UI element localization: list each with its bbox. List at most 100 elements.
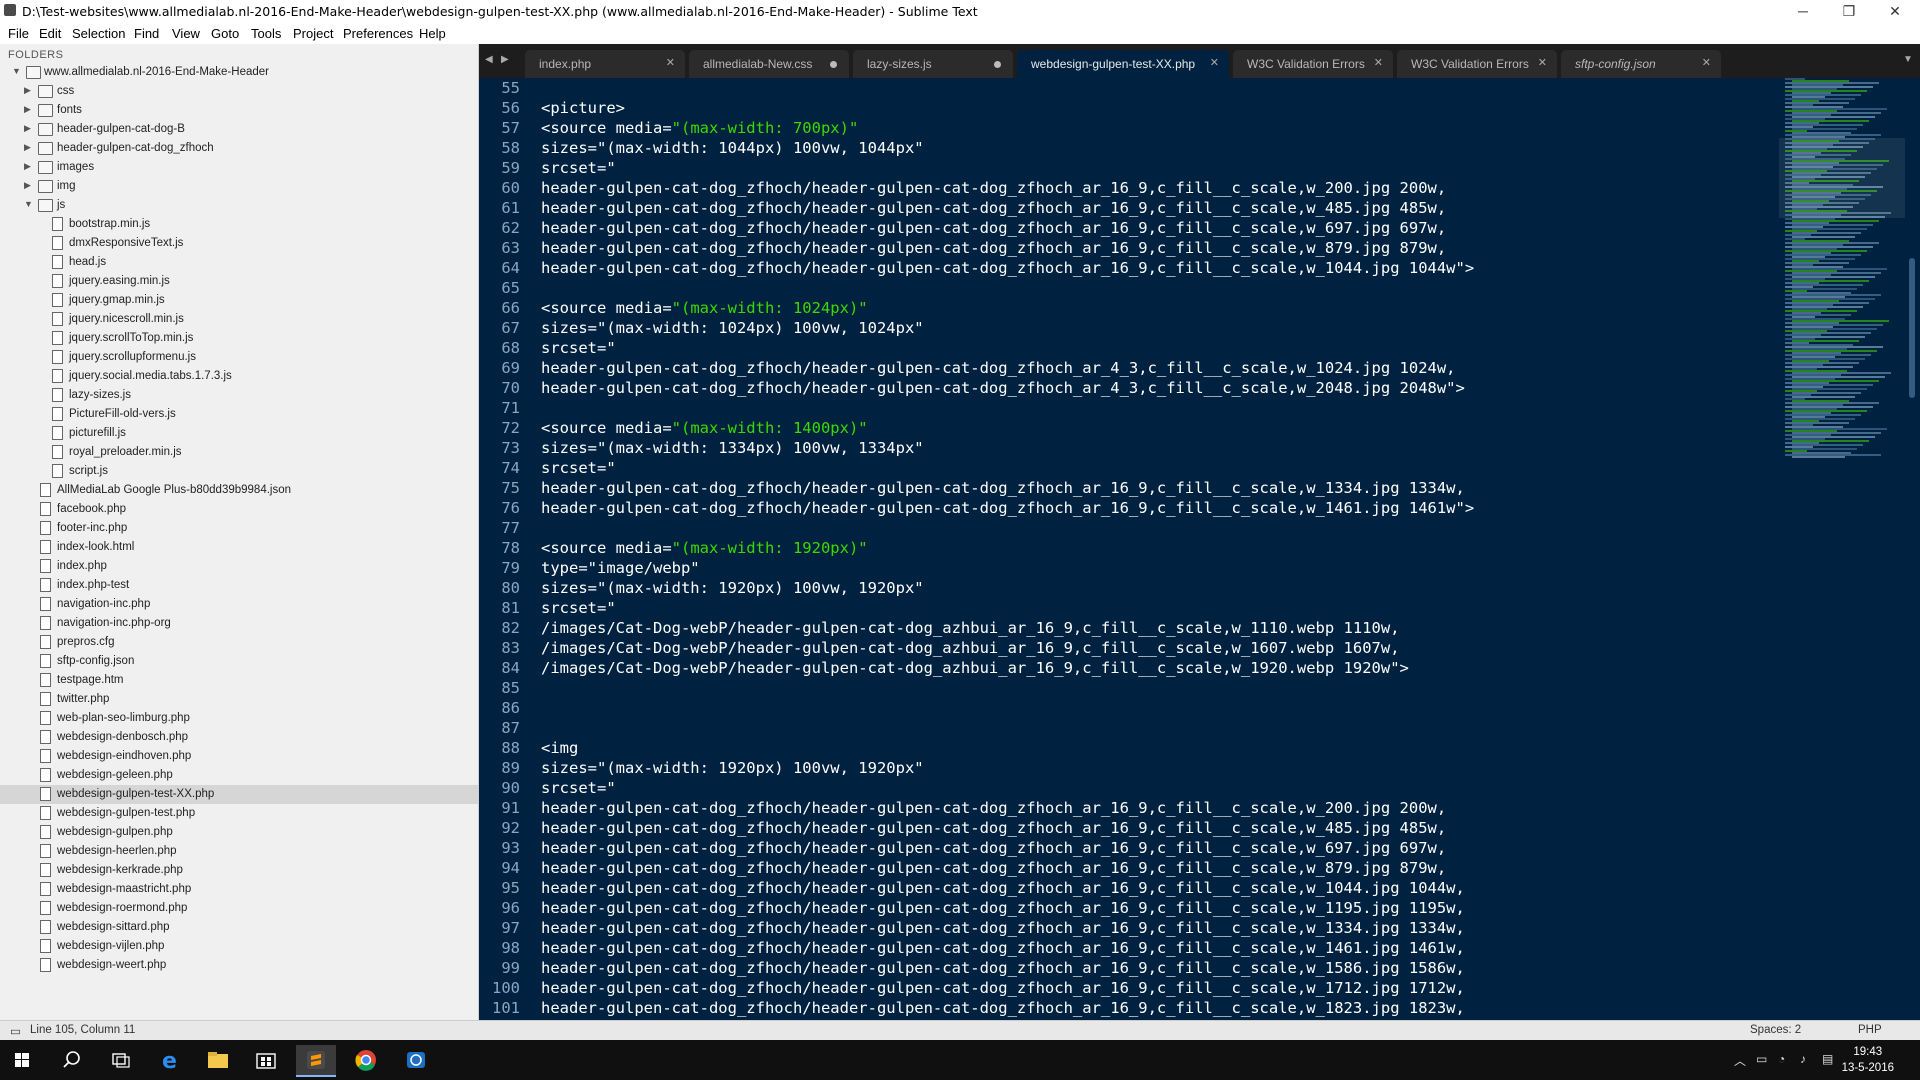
menu-find[interactable]: Find bbox=[134, 26, 159, 41]
menu-edit[interactable]: Edit bbox=[39, 26, 61, 41]
editor-tab[interactable]: W3C Validation Errors ✕ bbox=[1233, 50, 1393, 78]
sidebar-file-item[interactable]: prepros.cfg bbox=[0, 633, 478, 652]
sidebar-folder-item[interactable]: ▶ images bbox=[0, 158, 478, 177]
chevron-down-icon[interactable]: ▼ bbox=[12, 66, 21, 76]
sidebar-file-item[interactable]: webdesign-eindhoven.php bbox=[0, 747, 478, 766]
sidebar-file-item[interactable]: footer-inc.php bbox=[0, 519, 478, 538]
menu-tools[interactable]: Tools bbox=[251, 26, 281, 41]
sidebar-file-item[interactable]: script.js bbox=[0, 462, 478, 481]
sidebar-file-item[interactable]: webdesign-gulpen-test.php bbox=[0, 804, 478, 823]
minimap-viewport[interactable] bbox=[1779, 138, 1905, 218]
sidebar-file-item[interactable]: webdesign-geleen.php bbox=[0, 766, 478, 785]
close-tab-icon[interactable]: ✕ bbox=[1374, 56, 1383, 69]
sidebar-file-item[interactable]: twitter.php bbox=[0, 690, 478, 709]
close-tab-icon[interactable]: ✕ bbox=[666, 56, 675, 69]
sidebar-file-item[interactable]: testpage.htm bbox=[0, 671, 478, 690]
menu-view[interactable]: View bbox=[172, 26, 200, 41]
code-editor[interactable]: 55 56 <picture> 57 <source media="(max-width… bbox=[479, 78, 1779, 1020]
menu-project[interactable]: Project bbox=[293, 26, 333, 41]
minimap[interactable] bbox=[1779, 78, 1905, 1020]
sidebar-file-item[interactable]: jquery.social.media.tabs.1.7.3.js bbox=[0, 367, 478, 386]
menu-preferences[interactable]: Preferences bbox=[343, 26, 413, 41]
sidebar-folder-item[interactable]: ▶ css bbox=[0, 82, 478, 101]
volume-icon[interactable]: ♪ bbox=[1800, 1052, 1806, 1066]
sidebar-file-item[interactable]: head.js bbox=[0, 253, 478, 272]
file-explorer-icon[interactable] bbox=[198, 1045, 238, 1075]
sidebar-file-item[interactable]: jquery.easing.min.js bbox=[0, 272, 478, 291]
search-icon[interactable] bbox=[52, 1045, 92, 1075]
sidebar-file-item[interactable]: royal_preloader.min.js bbox=[0, 443, 478, 462]
windows-start-icon[interactable] bbox=[2, 1045, 42, 1075]
edge-icon[interactable]: e bbox=[150, 1045, 190, 1075]
sidebar-file-item[interactable]: webdesign-gulpen-test-XX.php bbox=[0, 785, 478, 804]
sidebar-file-item[interactable]: jquery.nicescroll.min.js bbox=[0, 310, 478, 329]
sidebar-file-item[interactable]: webdesign-roermond.php bbox=[0, 899, 478, 918]
sidebar-file-item[interactable]: jquery.scrollupformenu.js bbox=[0, 348, 478, 367]
sidebar-folder-item[interactable]: ▶ header-gulpen-cat-dog_zfhoch bbox=[0, 139, 478, 158]
unsaved-dot-icon[interactable] bbox=[994, 61, 1001, 68]
sidebar-file-item[interactable]: dmxResponsiveText.js bbox=[0, 234, 478, 253]
minimize-button[interactable]: ─ bbox=[1780, 0, 1826, 22]
editor-tab[interactable]: W3C Validation Errors ✕ bbox=[1397, 50, 1557, 78]
editor-tab[interactable]: sftp-config.json ✕ bbox=[1561, 50, 1721, 78]
sidebar-folder-item[interactable]: ▼ js bbox=[0, 196, 478, 215]
taskbar-clock[interactable]: 19:43 13-5-2016 bbox=[1842, 1044, 1894, 1076]
tab-scroll-right-icon[interactable]: ▶ bbox=[501, 54, 509, 65]
maximize-button[interactable]: ❐ bbox=[1826, 0, 1872, 22]
editor-tab[interactable]: allmedialab-New.css bbox=[689, 50, 849, 78]
chevron-right-icon[interactable]: ▶ bbox=[24, 161, 31, 172]
store-icon[interactable] bbox=[246, 1045, 286, 1075]
chevron-right-icon[interactable]: ▶ bbox=[24, 142, 31, 153]
sidebar-file-item[interactable]: web-plan-seo-limburg.php bbox=[0, 709, 478, 728]
sidebar-file-item[interactable]: webdesign-sittard.php bbox=[0, 918, 478, 937]
sidebar-file-item[interactable]: facebook.php bbox=[0, 500, 478, 519]
syntax-setting[interactable]: PHP bbox=[1858, 1024, 1882, 1036]
sidebar-file-item[interactable]: webdesign-gulpen.php bbox=[0, 823, 478, 842]
status-console-icon[interactable]: ▭ bbox=[10, 1024, 21, 1038]
editor-scrollbar[interactable] bbox=[1905, 78, 1920, 1020]
editor-tab[interactable]: index.php ✕ bbox=[525, 50, 685, 78]
scrollbar-thumb[interactable] bbox=[1909, 258, 1915, 398]
sidebar-folder-item[interactable]: ▶ img bbox=[0, 177, 478, 196]
sidebar-file-item[interactable]: sftp-config.json bbox=[0, 652, 478, 671]
chevron-down-icon[interactable]: ▼ bbox=[24, 199, 33, 209]
sidebar-file-item[interactable]: lazy-sizes.js bbox=[0, 386, 478, 405]
editor-tab[interactable]: webdesign-gulpen-test-XX.php ✕ bbox=[1017, 50, 1229, 78]
task-view-icon[interactable] bbox=[100, 1045, 140, 1075]
sidebar-file-item[interactable]: picturefill.js bbox=[0, 424, 478, 443]
menu-selection[interactable]: Selection bbox=[72, 26, 125, 41]
sidebar-file-item[interactable]: jquery.gmap.min.js bbox=[0, 291, 478, 310]
wifi-icon[interactable]: ◔ bbox=[1778, 1052, 1785, 1066]
sidebar-file-item[interactable]: webdesign-maastricht.php bbox=[0, 880, 478, 899]
tab-overflow-icon[interactable]: ▼ bbox=[1903, 54, 1913, 65]
sidebar-file-item[interactable]: navigation-inc.php-org bbox=[0, 614, 478, 633]
sidebar-folder-item[interactable]: ▶ fonts bbox=[0, 101, 478, 120]
tab-scroll-left-icon[interactable]: ◀ bbox=[485, 54, 493, 65]
sidebar-file-item[interactable]: webdesign-weert.php bbox=[0, 956, 478, 975]
sidebar-file-item[interactable]: jquery.scrollToTop.min.js bbox=[0, 329, 478, 348]
sidebar-folder-item[interactable]: ▶ header-gulpen-cat-dog-B bbox=[0, 120, 478, 139]
sidebar-file-item[interactable]: index-look.html bbox=[0, 538, 478, 557]
sidebar-file-item[interactable]: index.php bbox=[0, 557, 478, 576]
chevron-right-icon[interactable]: ▶ bbox=[24, 85, 31, 96]
sidebar-file-item[interactable]: webdesign-vijlen.php bbox=[0, 937, 478, 956]
menu-file[interactable]: File bbox=[8, 26, 29, 41]
editor-tab[interactable]: lazy-sizes.js bbox=[853, 50, 1013, 78]
sidebar-file-item[interactable]: index.php-test bbox=[0, 576, 478, 595]
sidebar-file-item[interactable]: navigation-inc.php bbox=[0, 595, 478, 614]
sidebar-file-item[interactable]: webdesign-kerkrade.php bbox=[0, 861, 478, 880]
close-tab-icon[interactable]: ✕ bbox=[1702, 56, 1711, 69]
sidebar-file-item[interactable]: PictureFill-old-vers.js bbox=[0, 405, 478, 424]
chrome-icon[interactable] bbox=[346, 1045, 386, 1075]
indent-setting[interactable]: Spaces: 2 bbox=[1750, 1024, 1801, 1036]
chevron-right-icon[interactable]: ▶ bbox=[24, 123, 31, 134]
close-window-button[interactable]: ✕ bbox=[1872, 0, 1918, 22]
sidebar-file-item[interactable]: AllMediaLab Google Plus-b80dd39b9984.jso… bbox=[0, 481, 478, 500]
menu-help[interactable]: Help bbox=[419, 26, 446, 41]
teamviewer-icon[interactable] bbox=[396, 1045, 436, 1075]
sidebar-file-item[interactable]: bootstrap.min.js bbox=[0, 215, 478, 234]
sidebar-root-folder[interactable]: ▼ www.allmedialab.nl-2016-End-Make-Heade… bbox=[0, 63, 478, 82]
unsaved-dot-icon[interactable] bbox=[830, 61, 837, 68]
tray-expand-icon[interactable]: ︿ bbox=[1734, 1052, 1746, 1069]
close-tab-icon[interactable]: ✕ bbox=[1538, 56, 1547, 69]
